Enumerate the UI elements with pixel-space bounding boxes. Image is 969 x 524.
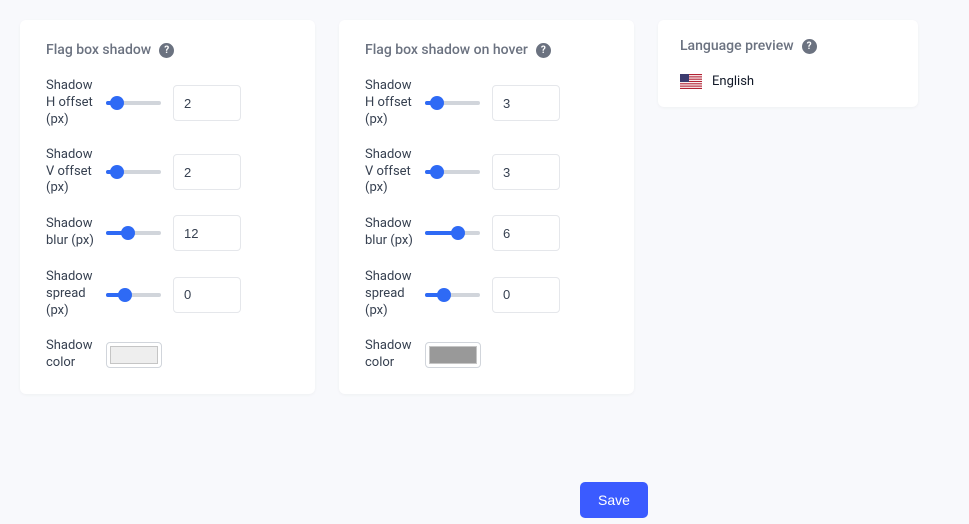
- help-icon[interactable]: ?: [802, 39, 817, 54]
- shadow-v-offset-row: Shadow V offset (px): [365, 147, 608, 198]
- help-icon[interactable]: ?: [536, 43, 551, 58]
- shadow-blur-slider[interactable]: [106, 226, 161, 240]
- field-label: Shadow blur (px): [365, 216, 413, 250]
- shadow-spread-input[interactable]: [492, 277, 560, 313]
- us-flag-icon: [680, 74, 702, 89]
- flag-box-shadow-hover-card: Flag box shadow on hover ? Shadow H offs…: [339, 20, 634, 394]
- field-label: Shadow color: [365, 338, 413, 372]
- shadow-blur-input[interactable]: [173, 215, 241, 251]
- save-button[interactable]: Save: [580, 482, 648, 518]
- shadow-v-offset-slider[interactable]: [106, 165, 161, 179]
- help-icon[interactable]: ?: [159, 43, 174, 58]
- field-label: Shadow blur (px): [46, 216, 94, 250]
- shadow-v-offset-input[interactable]: [492, 154, 560, 190]
- shadow-h-offset-slider[interactable]: [425, 96, 480, 110]
- field-label: Shadow V offset (px): [365, 147, 413, 198]
- shadow-blur-row: Shadow blur (px): [365, 215, 608, 251]
- shadow-v-offset-row: Shadow V offset (px): [46, 147, 289, 198]
- language-preview-row: English: [680, 74, 896, 89]
- shadow-h-offset-input[interactable]: [492, 85, 560, 121]
- shadow-h-offset-input[interactable]: [173, 85, 241, 121]
- shadow-color-picker[interactable]: [425, 342, 481, 368]
- shadow-color-row: Shadow color: [365, 338, 608, 372]
- shadow-v-offset-slider[interactable]: [425, 165, 480, 179]
- shadow-blur-slider[interactable]: [425, 226, 480, 240]
- card-title-text: Flag box shadow on hover: [365, 42, 528, 58]
- shadow-color-row: Shadow color: [46, 338, 289, 372]
- field-label: Shadow H offset (px): [46, 78, 94, 129]
- flag-box-shadow-card: Flag box shadow ? Shadow H offset (px) S…: [20, 20, 315, 394]
- field-label: Shadow spread (px): [46, 269, 94, 320]
- shadow-blur-input[interactable]: [492, 215, 560, 251]
- field-label: Shadow spread (px): [365, 269, 413, 320]
- shadow-spread-slider[interactable]: [425, 288, 480, 302]
- language-preview-card: Language preview ? English: [658, 20, 918, 107]
- card-title-text: Language preview: [680, 38, 794, 54]
- shadow-spread-input[interactable]: [173, 277, 241, 313]
- shadow-color-picker[interactable]: [106, 342, 162, 368]
- card-title: Language preview ?: [680, 38, 896, 54]
- card-title-text: Flag box shadow: [46, 42, 151, 58]
- shadow-spread-row: Shadow spread (px): [46, 269, 289, 320]
- card-title: Flag box shadow on hover ?: [365, 42, 608, 58]
- shadow-v-offset-input[interactable]: [173, 154, 241, 190]
- language-name: English: [712, 74, 754, 89]
- shadow-spread-row: Shadow spread (px): [365, 269, 608, 320]
- shadow-h-offset-row: Shadow H offset (px): [365, 78, 608, 129]
- field-label: Shadow V offset (px): [46, 147, 94, 198]
- shadow-h-offset-slider[interactable]: [106, 96, 161, 110]
- field-label: Shadow color: [46, 338, 94, 372]
- field-label: Shadow H offset (px): [365, 78, 413, 129]
- shadow-spread-slider[interactable]: [106, 288, 161, 302]
- shadow-h-offset-row: Shadow H offset (px): [46, 78, 289, 129]
- shadow-blur-row: Shadow blur (px): [46, 215, 289, 251]
- card-title: Flag box shadow ?: [46, 42, 289, 58]
